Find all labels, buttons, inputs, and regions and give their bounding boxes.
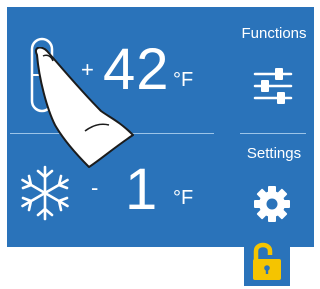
fridge-temperature-unit: °F — [173, 69, 194, 91]
freezer-temperature-value[interactable]: 1 — [125, 161, 158, 219]
sidebar-divider — [240, 133, 306, 134]
pointing-finger-icon — [35, 47, 134, 168]
gear-icon[interactable] — [253, 185, 291, 223]
control-panel: + 42 °F - 1 °F Functions Settings — [7, 7, 314, 247]
freezer-temperature-unit: °F — [173, 187, 194, 209]
freezer-sign: - — [91, 175, 99, 200]
functions-label[interactable]: Functions — [233, 26, 315, 41]
unlocked-padlock-icon — [253, 242, 281, 280]
sliders-icon[interactable] — [251, 67, 295, 105]
snowflake-icon — [21, 165, 69, 221]
lock-toggle-button[interactable] — [244, 236, 290, 286]
settings-label[interactable]: Settings — [233, 146, 315, 161]
